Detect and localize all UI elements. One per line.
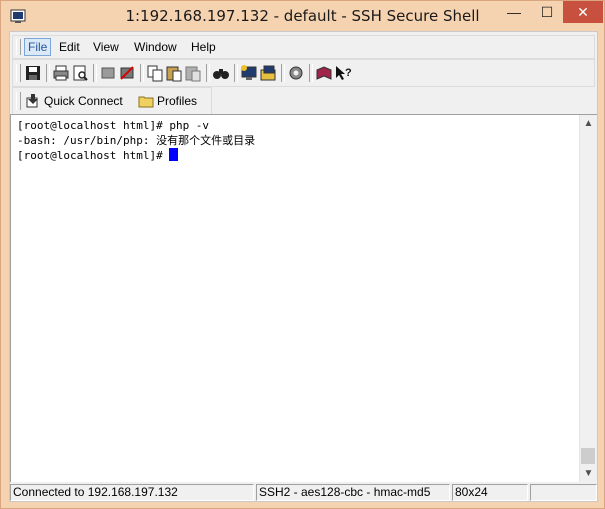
paste-disabled-icon[interactable]	[184, 64, 202, 82]
context-help-icon[interactable]: ?	[334, 64, 352, 82]
profiles-label: Profiles	[157, 94, 198, 108]
menu-file[interactable]: File	[24, 38, 52, 56]
status-bar: Connected to 192.168.197.132 SSH2 - aes1…	[10, 483, 597, 502]
title-bar[interactable]: 1:192.168.197.132 - default - SSH Secure…	[1, 1, 604, 31]
toolbar-separator	[140, 64, 144, 82]
scroll-up-arrow-icon[interactable]: ▲	[580, 115, 597, 132]
toolbar: ?	[12, 59, 595, 87]
menu-view[interactable]: View	[93, 40, 119, 54]
new-terminal-icon[interactable]	[240, 64, 258, 82]
disconnect-icon[interactable]	[99, 64, 117, 82]
status-terminal-size: 80x24	[452, 484, 528, 501]
find-icon[interactable]	[212, 64, 230, 82]
toolbar-separator	[281, 64, 285, 82]
toolbar-separator	[234, 64, 238, 82]
terminal-line: [root@localhost html]#	[17, 148, 255, 163]
copy-icon[interactable]	[146, 64, 164, 82]
maximize-button[interactable]: ☐	[532, 1, 562, 23]
app-window: 1:192.168.197.132 - default - SSH Secure…	[0, 0, 605, 509]
folder-icon	[138, 96, 154, 108]
disconnect-all-icon[interactable]	[118, 64, 136, 82]
terminal-output: [root@localhost html]# php -v -bash: /usr…	[17, 118, 255, 163]
toolbar-grip[interactable]	[16, 64, 21, 82]
quick-connect-button[interactable]: Quick Connect	[24, 92, 123, 110]
settings-icon[interactable]	[287, 64, 305, 82]
status-connection: Connected to 192.168.197.132	[10, 484, 254, 501]
profiles-button[interactable]: Profiles	[137, 92, 197, 110]
menu-help[interactable]: Help	[191, 40, 216, 54]
quick-connect-icon	[26, 94, 38, 108]
scrollbar-thumb[interactable]	[581, 448, 595, 464]
toolbar-separator	[206, 64, 210, 82]
status-cipher: SSH2 - aes128-cbc - hmac-md5	[256, 484, 450, 501]
menubar-grip[interactable]	[16, 39, 21, 55]
menu-bar: File Edit View Window Help	[12, 35, 595, 59]
toolbar-separator	[309, 64, 313, 82]
svg-text:?: ?	[345, 67, 352, 79]
toolbar-separator	[93, 64, 97, 82]
quick-connect-bar: Quick Connect Profiles	[12, 87, 212, 115]
minimize-button[interactable]: —	[499, 1, 529, 23]
client-area: File Edit View Window Help ? Quick Conne…	[9, 31, 598, 502]
menu-edit[interactable]: Edit	[59, 40, 80, 54]
terminal-line: [root@localhost html]# php -v	[17, 119, 210, 132]
close-button[interactable]: ✕	[563, 1, 603, 23]
help-book-icon[interactable]	[315, 64, 333, 82]
status-extra	[530, 484, 597, 501]
scroll-down-arrow-icon[interactable]: ▼	[580, 465, 597, 482]
menu-window[interactable]: Window	[134, 40, 177, 54]
terminal-prompt: [root@localhost html]#	[17, 149, 170, 162]
terminal-cursor	[169, 148, 179, 161]
print-icon[interactable]	[52, 64, 70, 82]
paste-icon[interactable]	[165, 64, 183, 82]
vertical-scrollbar[interactable]: ▲ ▼	[579, 115, 597, 482]
quickbar-grip[interactable]	[16, 92, 21, 110]
save-icon[interactable]	[24, 64, 42, 82]
print-preview-icon[interactable]	[71, 64, 89, 82]
quick-connect-label: Quick Connect	[44, 94, 123, 108]
terminal-line: -bash: /usr/bin/php: 没有那个文件或目录	[17, 134, 256, 147]
toolbar-separator	[46, 64, 50, 82]
terminal-pane[interactable]: [root@localhost html]# php -v -bash: /usr…	[10, 114, 597, 482]
new-file-transfer-icon[interactable]	[259, 64, 277, 82]
